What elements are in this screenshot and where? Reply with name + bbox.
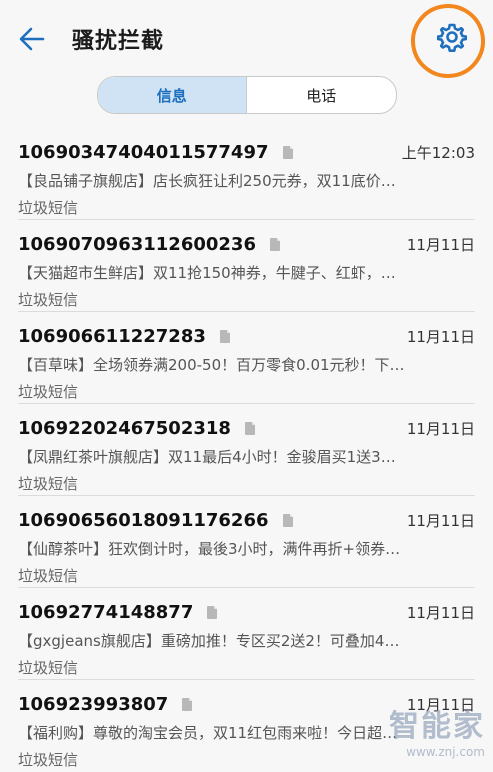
gear-icon <box>437 23 467 52</box>
app-bar: 骚扰拦截 <box>0 0 493 83</box>
list-item[interactable]: 10692202467502318 11月11日 【凤鼎红茶叶旗舰店】双11最后… <box>18 404 475 496</box>
back-button[interactable] <box>10 17 54 61</box>
list-item[interactable]: 106906611227283 11月11日 【百草味】全场领券满200-50！… <box>18 312 475 404</box>
list-item[interactable]: 1069070963112600236 11月11日 【天猫超市生鲜店】双11抢… <box>18 220 475 312</box>
sender-number: 1069070963112600236 <box>18 233 256 255</box>
watermark-url: www.znj.com <box>406 745 485 759</box>
message-preview: 【良品铺子旗舰店】店长疯狂让利250元券，双11底价… <box>18 172 396 190</box>
sim-card-icon <box>207 605 218 619</box>
settings-button[interactable] <box>431 16 473 58</box>
sim-card-icon <box>282 513 293 527</box>
message-list: 10690347404011577497 上午12:03 【良品铺子旗舰店】店长… <box>0 128 493 772</box>
list-item[interactable]: 10690347404011577497 上午12:03 【良品铺子旗舰店】店长… <box>18 128 475 220</box>
message-preview: 【仙醇茶叶】狂欢倒计时，最後3小时，满件再折+领券… <box>18 540 401 558</box>
sim-card-icon <box>182 697 193 711</box>
tab-calls[interactable]: 电话 <box>247 77 396 113</box>
spam-tag: 垃圾短信 <box>18 383 79 401</box>
message-preview: 【凤鼎红茶叶旗舰店】双11最后4小时！金骏眉买1送3… <box>18 448 396 466</box>
message-time: 11月11日 <box>406 511 475 530</box>
message-preview: 【百草味】全场领券满200-50！百万零食0.01元秒！下… <box>18 356 405 374</box>
message-time: 11月11日 <box>406 327 475 346</box>
message-preview: 【gxgjeans旗舰店】重磅加推！专区买2送2！可叠加4… <box>18 632 400 650</box>
message-time: 11月11日 <box>406 235 475 254</box>
arrow-left-icon <box>19 27 45 51</box>
list-item[interactable]: 10692774148877 11月11日 【gxgjeans旗舰店】重磅加推！… <box>18 588 475 680</box>
spam-tag: 垃圾短信 <box>18 567 79 585</box>
sim-card-icon <box>219 329 230 343</box>
sender-number: 10692774148877 <box>18 601 194 623</box>
spam-tag: 垃圾短信 <box>18 659 79 677</box>
list-item[interactable]: 10690656018091176266 11月11日 【仙醇茶叶】狂欢倒计时，… <box>18 496 475 588</box>
sender-number: 10692202467502318 <box>18 417 231 439</box>
message-preview: 【天猫超市生鲜店】双11抢150神券，牛腱子、红虾，… <box>18 264 396 282</box>
spam-tag: 垃圾短信 <box>18 291 79 309</box>
sim-card-icon <box>282 145 293 159</box>
message-time: 上午12:03 <box>401 143 475 162</box>
sender-number: 106906611227283 <box>18 325 206 347</box>
tab-bar: 信息 电话 <box>0 68 493 128</box>
spam-tag: 垃圾短信 <box>18 475 79 493</box>
message-time: 11月11日 <box>406 603 475 622</box>
sim-card-icon <box>244 421 255 435</box>
sim-card-icon <box>269 237 280 251</box>
segmented-control: 信息 电话 <box>96 76 397 114</box>
sender-number: 10690656018091176266 <box>18 509 269 531</box>
tab-messages[interactable]: 信息 <box>97 77 247 113</box>
spam-tag: 垃圾短信 <box>18 199 79 217</box>
sender-number: 10690347404011577497 <box>18 141 269 163</box>
page-title: 骚扰拦截 <box>72 29 165 54</box>
status-bar <box>0 0 493 10</box>
watermark: 智能家 www.znj.com <box>389 701 485 759</box>
sender-number: 106923993807 <box>18 693 169 715</box>
message-time: 11月11日 <box>406 419 475 438</box>
watermark-brand: 智能家 <box>389 709 485 744</box>
